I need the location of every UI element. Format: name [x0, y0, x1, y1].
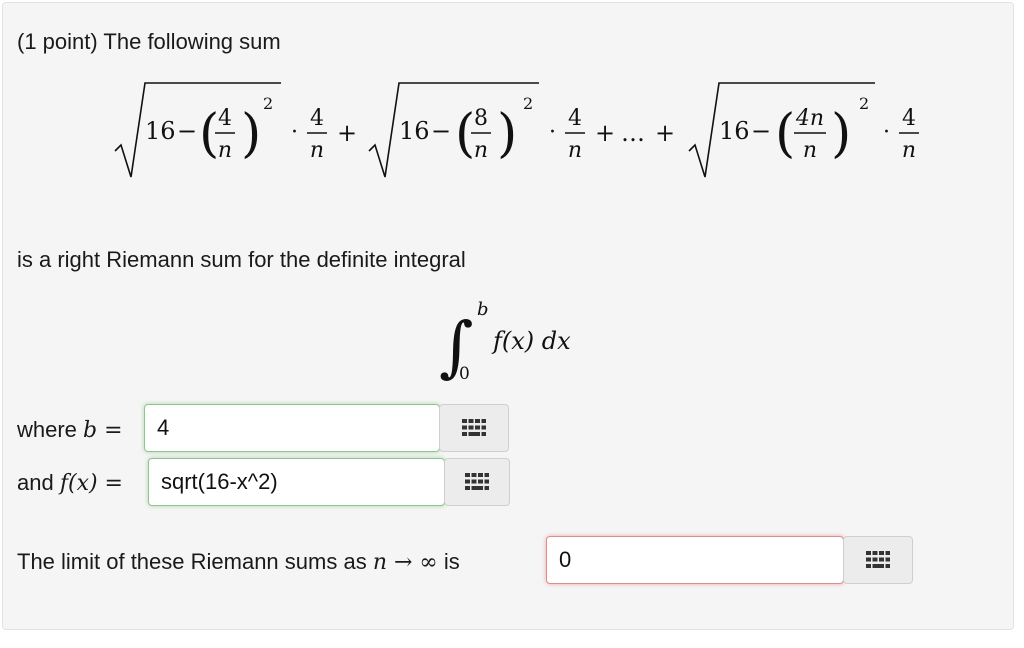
term2-numerator: 8 — [474, 106, 488, 131]
integral-upper-limit: b — [477, 299, 489, 320]
exponent-2: 2 — [523, 94, 533, 113]
minus-3: − — [751, 117, 771, 145]
factor1-denominator: n — [310, 138, 324, 163]
limit-keypad-button[interactable] — [843, 536, 913, 584]
term1-numerator: 4 — [218, 106, 232, 131]
keypad-icon — [465, 473, 489, 490]
and-label: and — [17, 470, 54, 495]
factor2-numerator: 4 — [568, 106, 582, 131]
term2-denominator: n — [474, 138, 488, 163]
plus-3: + — [655, 119, 675, 147]
dot-3: · — [883, 120, 890, 145]
rparen-2: ) — [497, 104, 517, 164]
term3-numerator: 4n — [795, 106, 824, 131]
definite-integral: ∫ b 0 f(x) dx — [439, 297, 599, 387]
factor3-denominator: n — [902, 138, 916, 163]
keypad-icon — [462, 419, 486, 436]
plus-1: + — [337, 119, 357, 147]
integral-lower-limit: 0 — [459, 364, 470, 384]
term1-denominator: n — [218, 138, 232, 163]
minus-1: − — [177, 117, 197, 145]
factor2-denominator: n — [568, 138, 582, 163]
integral-svg: ∫ b 0 f(x) dx — [439, 299, 571, 385]
radicand-const-2: 16 — [399, 117, 430, 145]
b-answer-input[interactable]: 4 — [144, 404, 440, 452]
and-row-label: and f(x) = — [17, 470, 123, 497]
keypad-icon — [866, 551, 890, 568]
lparen-1: ( — [199, 104, 219, 164]
riemann-statement: is a right Riemann sum for the definite … — [17, 247, 466, 272]
riemann-sum-svg: 16 − ( 4 n ) 2 · 4 n + 16 − ( 8 n) 2 · … — [114, 82, 919, 178]
b-keypad-button[interactable] — [439, 404, 509, 452]
fx-answer-input[interactable]: sqrt(16-x^2) — [148, 458, 445, 506]
problem-card: (1 point) The following sum 16 − ( 4 n )… — [2, 2, 1014, 630]
where-label: where — [17, 417, 77, 442]
dot-2: · — [549, 120, 556, 145]
problem-header: (1 point) The following sum — [17, 29, 281, 54]
factor1-numerator: 4 — [310, 106, 324, 131]
fx-keypad-button[interactable] — [444, 458, 510, 506]
plus-2: + — [595, 119, 615, 147]
limit-text-after: is — [443, 549, 460, 574]
b-equals-label: b = — [83, 418, 123, 443]
lparen-2: ( — [455, 104, 475, 164]
limit-text-before: The limit of these Riemann sums as — [17, 549, 367, 574]
integrand: f(x) dx — [491, 327, 571, 355]
dot-1: · — [291, 120, 298, 145]
exponent-3: 2 — [859, 94, 869, 113]
riemann-sum-formula: 16 − ( 4 n ) 2 · 4 n + 16 − ( 8 n) 2 · … — [113, 81, 933, 181]
rparen-3: ) — [831, 104, 851, 164]
minus-2: − — [431, 117, 451, 145]
limit-row-label: The limit of these Riemann sums as n → ∞… — [17, 549, 460, 576]
term3-denominator: n — [803, 138, 817, 163]
radicand-const-3: 16 — [719, 117, 750, 145]
n-to-infinity: n → ∞ — [372, 550, 438, 575]
rparen-1: ) — [241, 104, 261, 164]
limit-answer-input[interactable]: 0 — [546, 536, 844, 584]
lparen-3: ( — [775, 104, 795, 164]
radicand-const-1: 16 — [145, 117, 176, 145]
fx-equals-label: f(x) = — [59, 471, 123, 496]
exponent-1: 2 — [263, 94, 273, 113]
where-row-label: where b = — [17, 417, 123, 444]
ellipsis: … — [621, 119, 645, 147]
factor3-numerator: 4 — [902, 106, 916, 131]
